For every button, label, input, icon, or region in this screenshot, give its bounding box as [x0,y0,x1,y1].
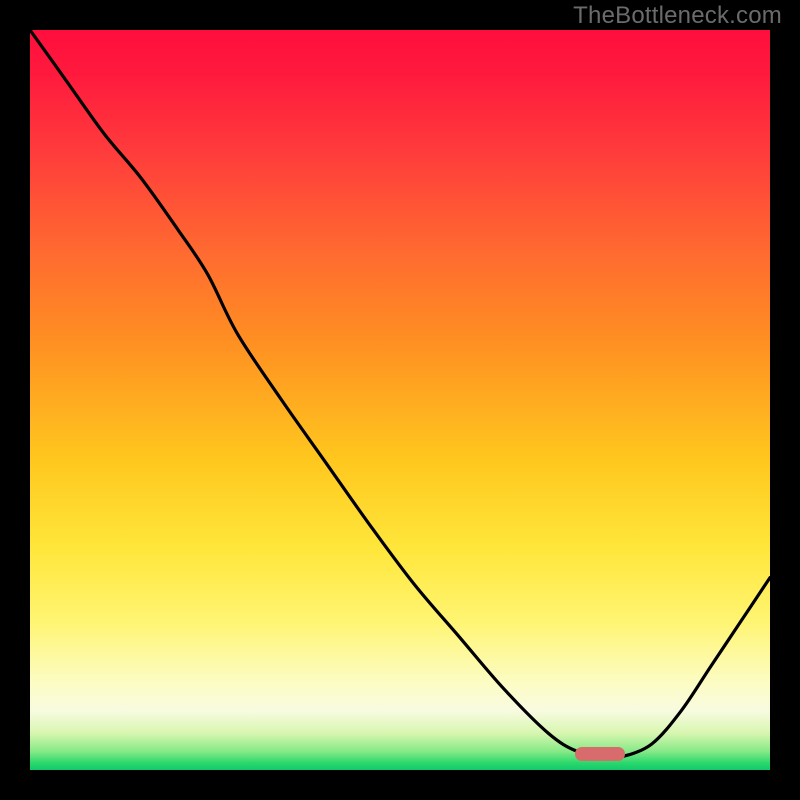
bottleneck-curve [30,30,770,770]
plot-area [30,30,770,770]
watermark-text: TheBottleneck.com [573,2,782,30]
optimum-indicator [575,747,625,761]
chart-frame: TheBottleneck.com [0,0,800,800]
